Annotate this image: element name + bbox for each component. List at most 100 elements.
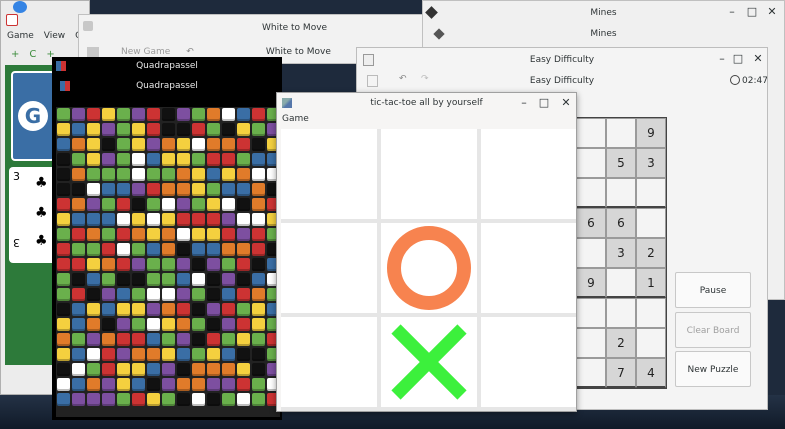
block [222,318,235,331]
solitaire-toolbar: + C + [11,49,55,60]
maximize-button[interactable]: □ [729,48,747,70]
block [87,288,100,301]
block [192,228,205,241]
board-cell[interactable] [381,129,477,219]
sudoku-cell[interactable]: 9 [636,118,666,148]
close-button[interactable]: ✕ [763,1,781,23]
block [72,228,85,241]
sudoku-cell[interactable] [576,328,606,358]
block [147,183,160,196]
block [207,183,220,196]
block [207,123,220,136]
block [132,348,145,361]
block [57,213,70,226]
block [222,138,235,151]
block [87,303,100,316]
block [72,183,85,196]
tictactoe-app-icon [282,98,292,108]
sudoku-cell[interactable] [636,298,666,328]
sudoku-cell[interactable]: 7 [606,358,636,388]
sudoku-cell[interactable] [606,268,636,298]
board-cell[interactable] [281,129,377,219]
block [132,168,145,181]
block [72,378,85,391]
block [72,138,85,151]
block [207,228,220,241]
block [207,318,220,331]
sudoku-cell[interactable] [576,178,606,208]
sudoku-cell[interactable] [636,328,666,358]
tictactoe-window-title: tic-tac-toe all by yourself [370,98,483,108]
sudoku-cell[interactable]: 6 [606,208,636,238]
sudoku-cell[interactable] [606,298,636,328]
block [207,153,220,166]
block [252,318,265,331]
new-game-button[interactable]: New Game [121,47,170,57]
block [177,258,190,271]
board-cell[interactable] [481,223,576,313]
board-cell[interactable] [381,317,477,407]
block [192,153,205,166]
sudoku-cell[interactable] [576,148,606,178]
sudoku-cell[interactable]: 2 [606,328,636,358]
block [237,168,250,181]
maximize-button[interactable]: □ [743,1,761,23]
close-button[interactable]: ✕ [749,48,767,70]
block [192,198,205,211]
sudoku-cell[interactable]: 6 [576,208,606,238]
close-button[interactable]: ✕ [557,93,575,114]
sudoku-cell[interactable] [636,208,666,238]
block [72,393,85,406]
block [237,138,250,151]
sudoku-cell[interactable]: 5 [606,148,636,178]
sudoku-cell[interactable] [576,238,606,268]
pause-button[interactable]: Pause [675,272,751,308]
game-board[interactable] [56,107,280,417]
sudoku-cell[interactable]: 3 [636,148,666,178]
board-cell[interactable] [481,129,576,219]
clear-board-button[interactable]: Clear Board [675,312,751,348]
block [147,153,160,166]
block [237,108,250,121]
block [147,363,160,376]
block [147,288,160,301]
sudoku-cell[interactable]: 3 [606,238,636,268]
block [237,123,250,136]
block [72,303,85,316]
minimize-button[interactable]: – [515,93,533,114]
maximize-button[interactable]: □ [535,93,553,114]
board-cell[interactable] [481,317,576,407]
board-cell[interactable] [381,223,477,313]
sudoku-cell[interactable]: 9 [576,268,606,298]
board-cell[interactable] [281,223,377,313]
block [72,318,85,331]
block [237,378,250,391]
stock-pile[interactable]: G [11,71,55,161]
restart-icon[interactable]: C [29,49,36,60]
block [87,138,100,151]
block [252,183,265,196]
board-cell[interactable] [281,317,377,407]
menu-game[interactable]: Game [7,31,34,41]
block [192,258,205,271]
sudoku-cell[interactable] [576,298,606,328]
sudoku-cell[interactable]: 4 [636,358,666,388]
block [252,393,265,406]
block [237,273,250,286]
sudoku-cell[interactable]: 2 [636,238,666,268]
block [117,303,130,316]
sudoku-cell[interactable]: 1 [636,268,666,298]
new-puzzle-button[interactable]: New Puzzle [675,351,751,387]
sudoku-cell[interactable] [636,178,666,208]
sudoku-cell[interactable] [576,358,606,388]
minimize-button[interactable]: – [723,1,741,23]
sudoku-cell[interactable] [606,118,636,148]
menu-game[interactable]: Game [282,114,309,124]
sudoku-cell[interactable] [576,118,606,148]
block [132,138,145,151]
new-game-icon[interactable]: + [11,49,19,60]
block [147,138,160,151]
undo-icon[interactable]: ↶ [186,47,194,57]
sudoku-cell[interactable] [606,178,636,208]
menu-view[interactable]: View [44,31,65,41]
